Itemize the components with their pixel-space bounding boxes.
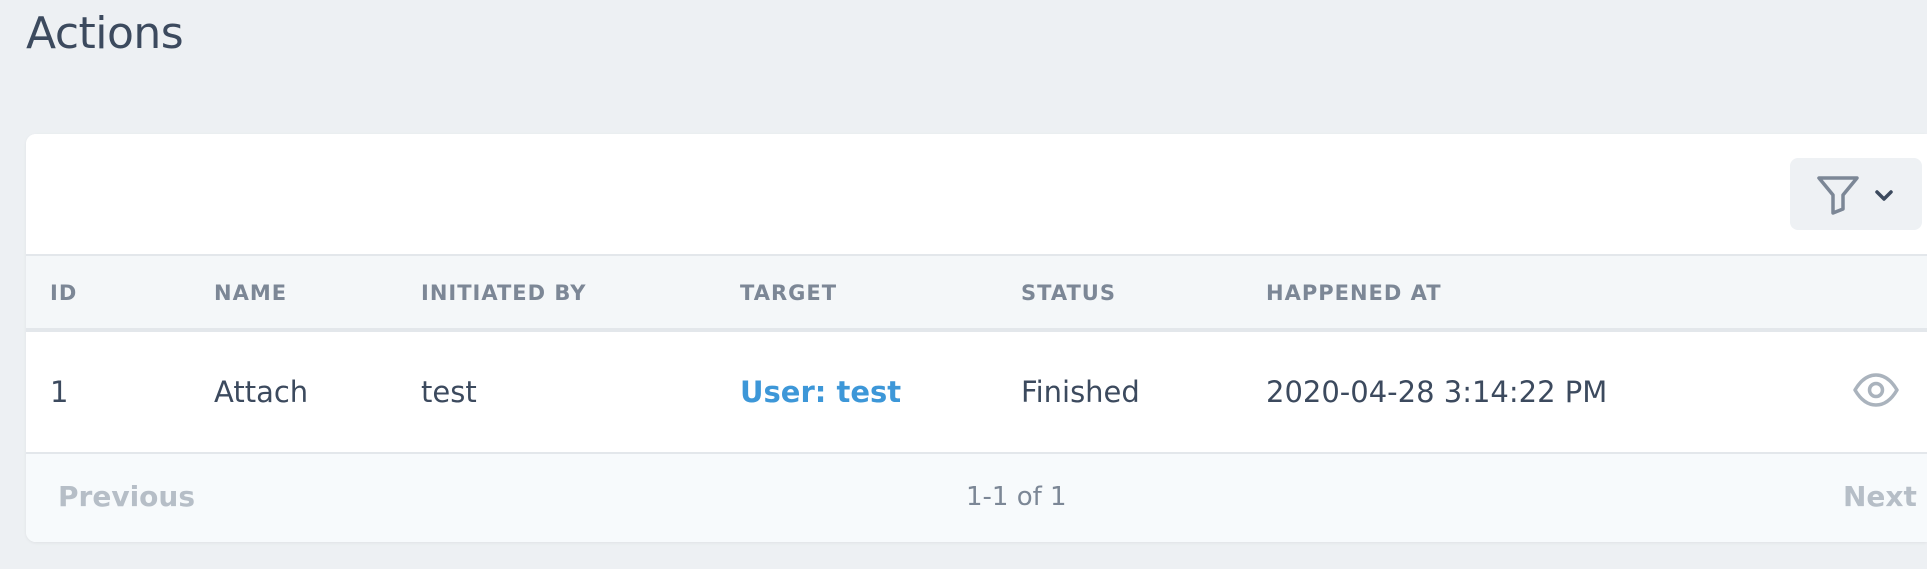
previous-button[interactable]: Previous bbox=[58, 454, 195, 540]
pagination-footer: Previous 1-1 of 1 Next bbox=[26, 454, 1927, 542]
filter-dropdown-button[interactable] bbox=[1790, 158, 1922, 230]
pagination-info: 1-1 of 1 bbox=[966, 482, 1067, 512]
column-header-initiated-by[interactable]: INITIATED BY bbox=[421, 256, 586, 330]
cell-happened-at: 2020-04-28 3:14:22 PM bbox=[1266, 375, 1608, 409]
funnel-icon bbox=[1816, 175, 1862, 219]
cell-id: 1 bbox=[50, 375, 69, 409]
table-toolbar bbox=[26, 134, 1927, 254]
next-button[interactable]: Next bbox=[1843, 454, 1917, 540]
chevron-down-icon bbox=[1874, 188, 1894, 207]
actions-table-card: ID NAME INITIATED BY TARGET STATUS HAPPE… bbox=[26, 134, 1927, 542]
cell-status: Finished bbox=[1021, 375, 1140, 409]
cell-name: Attach bbox=[214, 375, 309, 409]
column-header-target[interactable]: TARGET bbox=[740, 256, 837, 330]
table-header: ID NAME INITIATED BY TARGET STATUS HAPPE… bbox=[26, 254, 1927, 332]
cell-initiated-by: test bbox=[421, 375, 477, 409]
eye-icon[interactable] bbox=[1852, 372, 1900, 412]
column-header-status[interactable]: STATUS bbox=[1021, 256, 1116, 330]
column-header-id[interactable]: ID bbox=[50, 256, 77, 330]
cell-target-link[interactable]: User: test bbox=[740, 332, 901, 452]
table-row: 1 Attach test User: test Finished 2020-0… bbox=[26, 332, 1927, 454]
column-header-happened-at[interactable]: HAPPENED AT bbox=[1266, 256, 1442, 330]
page-title: Actions bbox=[26, 8, 184, 59]
column-header-name[interactable]: NAME bbox=[214, 256, 287, 330]
